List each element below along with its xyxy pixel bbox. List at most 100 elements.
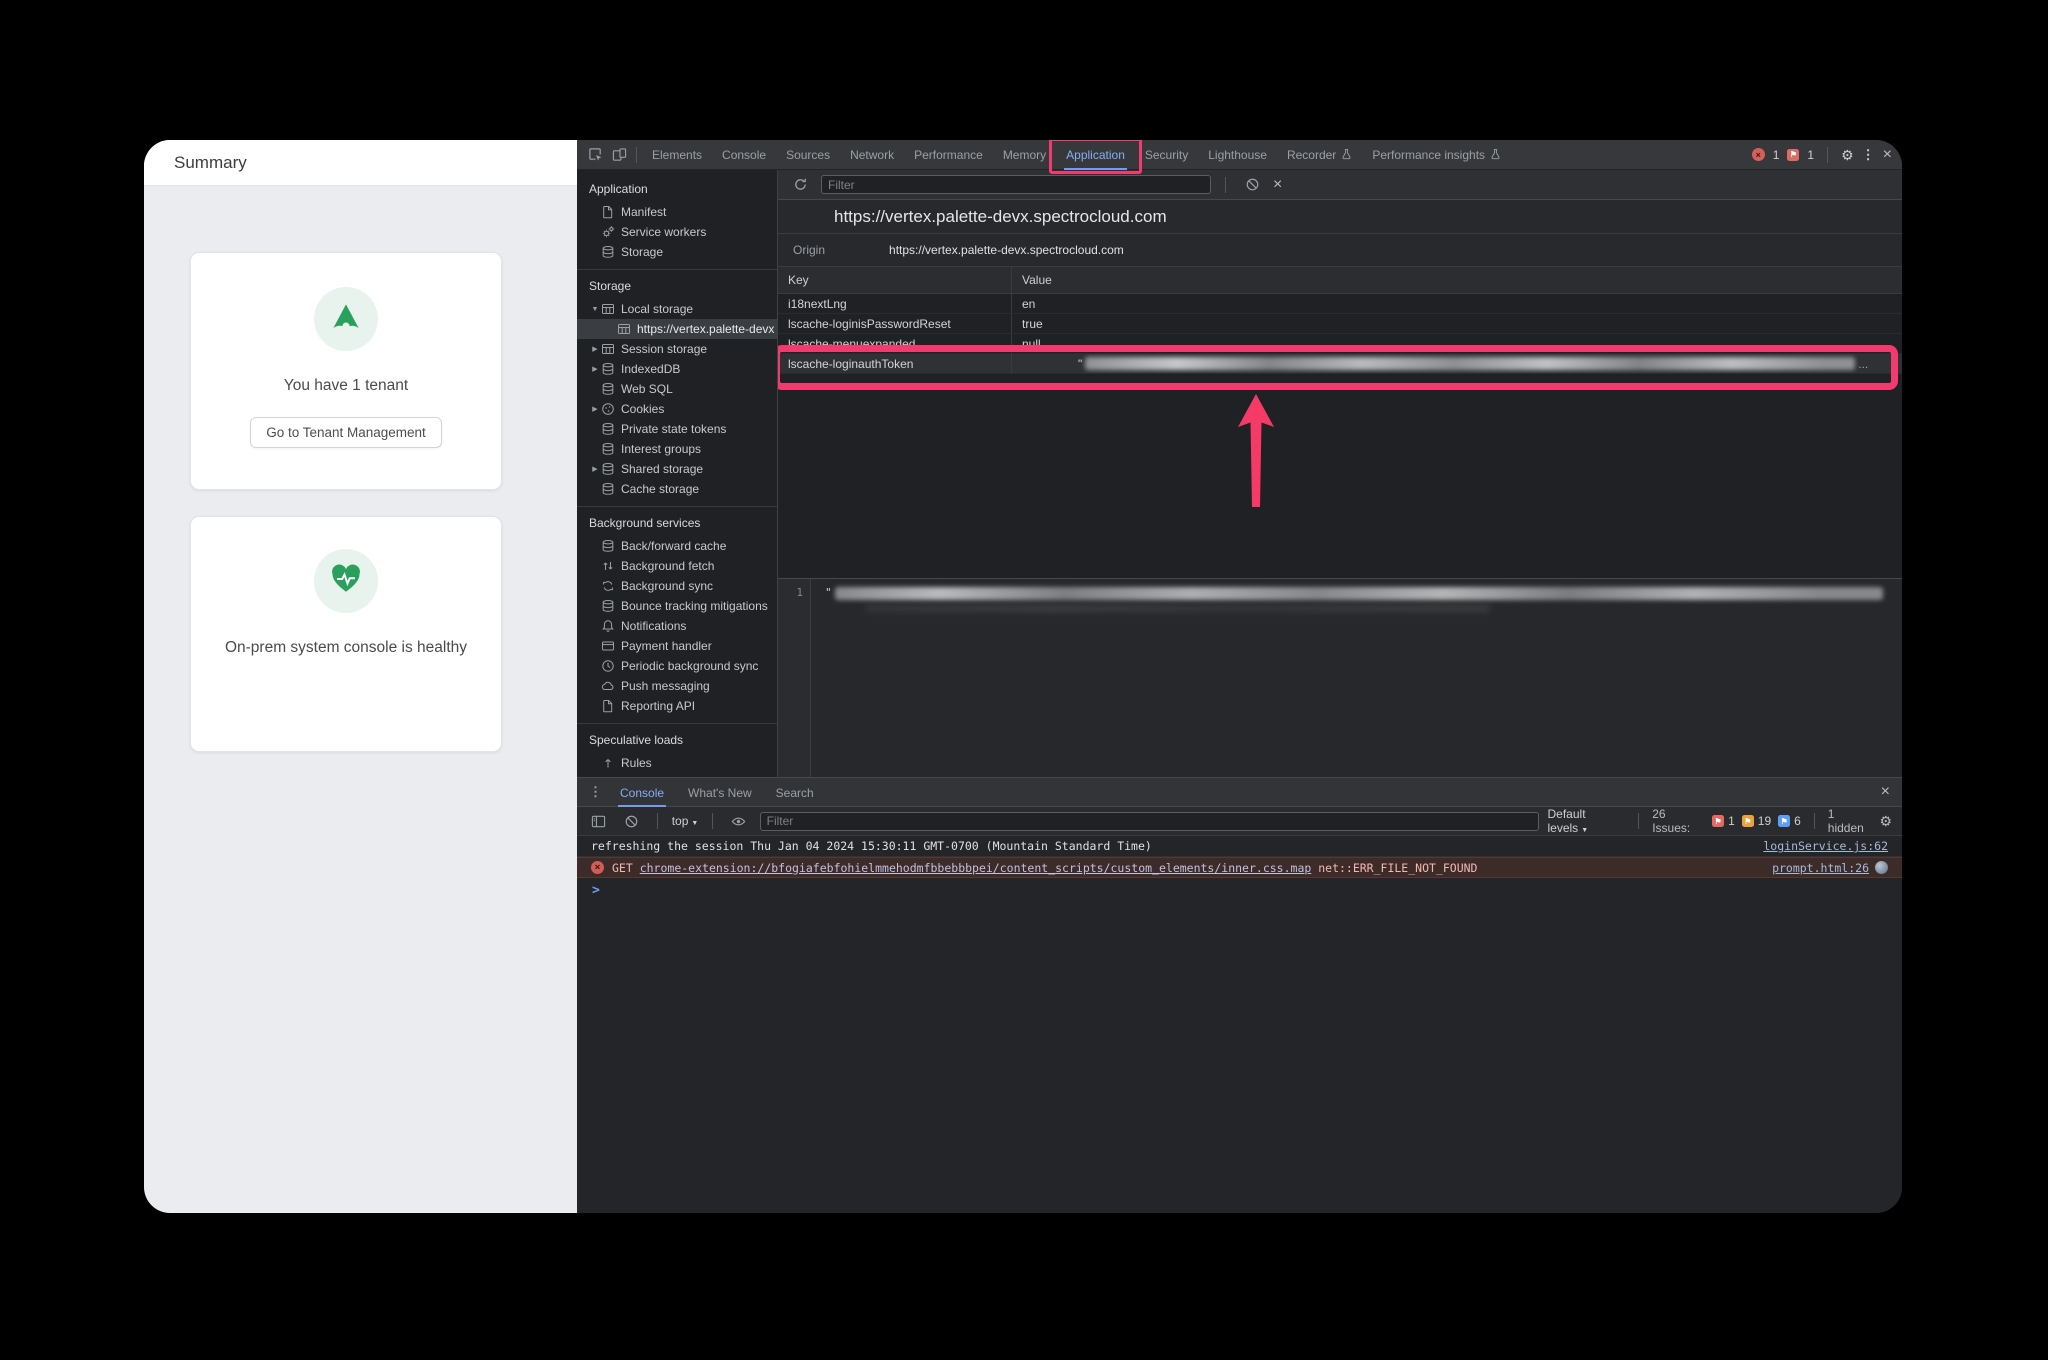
sidebar-item-cookies[interactable]: ▶ Cookies [577,399,777,419]
devtools-tab-network[interactable]: Network [840,140,904,170]
sidebar-item-rules[interactable]: Rules [577,753,777,773]
device-toolbar-icon[interactable] [607,144,631,166]
sidebar-item-label: https://vertex.palette-devx [637,322,775,336]
storage-row-lscache-loginauthtoken[interactable]: lscache-loginauthToken "... [778,354,1902,374]
sidebar-item-manifest[interactable]: Manifest [577,202,777,222]
delete-selected-icon[interactable]: × [1273,176,1282,193]
sidebar-item-background-sync[interactable]: Background sync [577,576,777,596]
sidebar-item-back-forward-cache[interactable]: Back/forward cache [577,536,777,556]
tenant-icon-circle [314,287,378,351]
sidebar-item-label: Reporting API [621,699,696,713]
devtools-tabbar: Elements Console Sources Network Performance… [577,140,1902,174]
sidebar-item-local-storage[interactable]: ▼ Local storage [577,299,777,319]
source-link[interactable]: prompt.html:26 [1772,861,1869,875]
clear-all-icon[interactable] [1240,174,1264,196]
sidebar-item-payment-handler[interactable]: Payment handler [577,636,777,656]
log-levels-dropdown[interactable]: Default levels ▼ [1548,807,1626,835]
app-page: Summary You have 1 tenant Go to Tenant M… [144,140,577,1213]
sidebar-item-indexeddb[interactable]: ▶ IndexedDB [577,359,777,379]
storage-filter-input[interactable] [821,175,1211,194]
table-icon [601,342,615,356]
tab-label: Performance [914,148,983,162]
issues-summary-label[interactable]: 26 Issues: [1652,807,1704,835]
drawer-tab-what-s-new[interactable]: What's New [676,778,764,807]
sidebar-item-label: IndexedDB [621,362,681,376]
drawer-tab-search[interactable]: Search [764,778,826,807]
devtools-tab-sources[interactable]: Sources [776,140,840,170]
console-link[interactable]: chrome-extension://bfogiafebfohielmmehod… [640,861,1312,875]
devtools-tab-memory[interactable]: Memory [993,140,1056,170]
console-toolbar: top▼ Default levels▼ 26 Issues: ⚑1⚑19⚑6 … [577,807,1902,836]
storage-row-i18nextlng[interactable]: i18nextLng en [778,294,1902,314]
refresh-icon[interactable] [788,174,812,196]
origin-label: Origin [793,243,826,257]
storage-row-lscache-menuexpanded[interactable]: lscache-menuexpanded null [778,334,1902,354]
sidebar-item-periodic-background-sync[interactable]: Periodic background sync [577,656,777,676]
issues-badge-icon[interactable]: ⚑ [1787,148,1800,161]
devtools-tab-elements[interactable]: Elements [642,140,712,170]
console-filter-input[interactable] [759,811,1539,831]
issue-badge-group[interactable]: ⚑ 1 [1712,814,1735,828]
devtools-tab-security[interactable]: Security [1135,140,1198,170]
preview-open-quote: " [825,586,832,599]
sidebar-item-private-state-tokens[interactable]: Private state tokens [577,419,777,439]
sidebar-item-label: Background fetch [621,559,715,573]
tenant-card: You have 1 tenant Go to Tenant Managemen… [190,252,502,490]
eye-icon[interactable] [727,810,750,832]
sidebar-item-service-workers[interactable]: Service workers [577,222,777,242]
console-sidebar-icon[interactable] [587,810,610,832]
sidebar-item-reporting-api[interactable]: Reporting API [577,696,777,716]
storage-key: i18nextLng [778,294,1012,313]
source-link[interactable]: loginService.js:62 [1763,839,1888,853]
expander-icon: ▶ [592,366,598,373]
issue-badge-group[interactable]: ⚑ 6 [1778,814,1801,828]
inspect-element-icon[interactable] [583,144,607,166]
tab-label: Lighthouse [1208,148,1267,162]
devtools-tab-performance-insights[interactable]: Performance insights [1362,140,1511,170]
console-drawer: ⋮ Console What's New Search × top ▼ Filt… [577,777,1902,1213]
devtools-tab-recorder[interactable]: Recorder [1277,140,1362,170]
file-icon [601,699,615,713]
value-column-header[interactable]: Value [1012,273,1052,287]
tab-label: Performance insights [1372,148,1486,162]
storage-row-lscache-loginispasswordreset[interactable]: lscache-loginisPasswordReset true [778,314,1902,334]
tab-label: Memory [1002,148,1047,162]
sidebar-item-session-storage[interactable]: ▶ Session storage [577,339,777,359]
issue-badge-group[interactable]: ⚑ 19 [1741,814,1771,828]
settings-gear-icon[interactable]: ⚙ [1841,148,1854,162]
devtools-tab-performance[interactable]: Performance [904,140,993,170]
drawer-tab-console[interactable]: Console [608,778,676,807]
drawer-menu-icon[interactable]: ⋮ [589,784,602,800]
close-drawer-icon[interactable]: × [1881,784,1890,800]
sidebar-item-shared-storage[interactable]: ▶ Shared storage [577,459,777,479]
sidebar-section-background-services: Background services [577,506,777,536]
origin-row: Origin https://vertex.palette-devx.spect… [778,234,1902,267]
sidebar-item-label: Manifest [621,205,667,219]
close-devtools-icon[interactable]: × [1883,146,1892,163]
context-selector[interactable]: top ▼ [672,814,699,828]
devtools-tab-lighthouse[interactable]: Lighthouse [1198,140,1277,170]
go-to-tenant-management-button[interactable]: Go to Tenant Management [250,417,442,448]
sidebar-item-notifications[interactable]: Notifications [577,616,777,636]
toolbar-divider [1813,813,1815,829]
sidebar-item-bounce-tracking-mitigations[interactable]: Bounce tracking mitigations [577,596,777,616]
clear-console-icon[interactable] [619,810,642,832]
storage-panel: × https://vertex.palette-devx.spectroclo… [778,170,1902,777]
console-settings-icon[interactable]: ⚙ [1879,814,1892,828]
sidebar-item-storage[interactable]: Storage [577,242,777,262]
sidebar-item-background-fetch[interactable]: Background fetch [577,556,777,576]
sidebar-item-push-messaging[interactable]: Push messaging [577,676,777,696]
sidebar-item-web-sql[interactable]: Web SQL [577,379,777,399]
preview-content[interactable]: " [811,579,1902,777]
sidebar-item-label: Service workers [621,225,707,239]
devtools-tab-console[interactable]: Console [712,140,776,170]
devtools-tab-application[interactable]: Application [1049,140,1142,174]
sidebar-item-https-vertex-palette-devx[interactable]: https://vertex.palette-devx [577,319,777,339]
console-prompt[interactable]: > [577,878,1902,902]
file-icon [601,205,615,219]
sidebar-item-cache-storage[interactable]: Cache storage [577,479,777,499]
key-column-header[interactable]: Key [778,267,1012,293]
error-badge-icon[interactable]: × [1751,148,1765,161]
sidebar-item-interest-groups[interactable]: Interest groups [577,439,777,459]
more-options-icon[interactable]: ⋮ [1862,147,1875,163]
